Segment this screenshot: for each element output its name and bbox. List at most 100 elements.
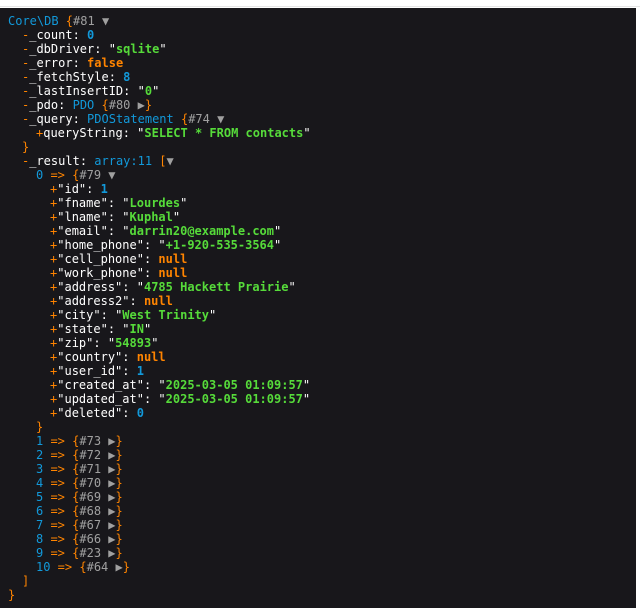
collapse-toggle-icon[interactable]: ▶ (101, 476, 115, 490)
object-id: #79 (79, 168, 102, 182)
quote: " (151, 336, 159, 350)
object-id: #74 (188, 112, 210, 126)
collapse-toggle-icon[interactable]: ▶ (101, 490, 115, 504)
null-value: null (136, 350, 166, 364)
number-value: 1 (100, 182, 108, 196)
collapse-toggle-icon[interactable]: ▶ (101, 532, 115, 546)
field-key: address (64, 280, 116, 294)
number-value: 8 (123, 70, 131, 84)
close-brace: } (115, 434, 123, 448)
property-line: -_error: false (8, 56, 636, 70)
field-line: +"email": "darrin20@example.com" (8, 224, 636, 238)
colon: : (107, 224, 123, 238)
object-class-name: PDO (72, 98, 95, 112)
collapse-toggle-icon[interactable]: ▶ (101, 448, 115, 462)
string-value: IN (129, 322, 144, 336)
colon: : (86, 182, 101, 196)
quote: " (100, 196, 108, 210)
quote: " (158, 378, 166, 392)
query-property-line: -_query: PDOStatement {#74 ▼ (8, 112, 636, 126)
collapse-toggle-icon[interactable]: ▶ (130, 98, 145, 112)
property-key: _error (29, 56, 73, 70)
array-element-line: 1 => {#73 ▶} (8, 434, 636, 448)
array-element-line: 2 => {#72 ▶} (8, 448, 636, 462)
quote: " (152, 84, 160, 98)
query-string-line: +queryString: "SELECT * FROM contacts" (8, 126, 636, 140)
close-brace-line: } (8, 140, 636, 154)
field-key: deleted (64, 406, 116, 420)
colon: : (100, 308, 116, 322)
collapse-toggle-icon[interactable]: ▶ (101, 504, 115, 518)
array-element-line: 6 => {#68 ▶} (8, 504, 636, 518)
field-line: +"deleted": 0 (8, 406, 636, 420)
quote: " (137, 84, 145, 98)
array-element-line: 10 => {#64 ▶} (8, 560, 636, 574)
quote: " (136, 392, 144, 406)
collapse-toggle-icon[interactable]: ▶ (101, 546, 115, 560)
colon: : (79, 154, 95, 168)
quote: " (122, 224, 130, 238)
object-id: #64 (86, 560, 109, 574)
property-key: _fetchStyle (29, 70, 109, 84)
colon: : (129, 294, 144, 308)
expand-toggle-icon[interactable]: ▼ (210, 112, 224, 126)
number-value: 1 (136, 364, 144, 378)
expand-toggle-icon[interactable]: ▼ (101, 168, 115, 182)
quote: " (122, 196, 130, 210)
array-element-line: 0 => {#79 ▼ (8, 168, 636, 182)
object-id: #81 (73, 14, 95, 28)
colon: : (143, 392, 159, 406)
object-id: #71 (79, 462, 102, 476)
expand-toggle-icon[interactable]: ▼ (95, 14, 109, 28)
collapse-toggle-icon[interactable]: ▶ (108, 560, 123, 574)
open-brace: { (173, 112, 189, 126)
field-key: created_at (64, 378, 137, 392)
close-brace: } (115, 490, 123, 504)
object-id: #73 (79, 434, 102, 448)
field-key: state (64, 322, 101, 336)
null-value: null (143, 294, 173, 308)
collapse-toggle-icon[interactable]: ▶ (101, 434, 115, 448)
arrow: => (50, 560, 80, 574)
arrow: => (43, 490, 73, 504)
quote: " (136, 238, 144, 252)
array-element-line: 7 => {#67 ▶} (8, 518, 636, 532)
property-key: _count (29, 28, 73, 42)
colon: : (122, 406, 137, 420)
field-line: +"cell_phone": null (8, 252, 636, 266)
field-line: +"updated_at": "2025-03-05 01:09:57" (8, 392, 636, 406)
field-key: zip (64, 336, 87, 350)
close-bracket-line: ] (8, 574, 636, 588)
expand-toggle-icon[interactable]: ▼ (167, 154, 174, 168)
property-line: -_pdo: PDO {#80 ▶} (8, 98, 636, 112)
property-key: _lastInsertID (29, 84, 124, 98)
quote: " (303, 126, 311, 140)
field-key: email (64, 224, 101, 238)
close-brace: } (115, 462, 123, 476)
colon: : (143, 252, 159, 266)
field-line: +"country": null (8, 350, 636, 364)
colon: : (107, 196, 123, 210)
field-line: +"created_at": "2025-03-05 01:09:57" (8, 378, 636, 392)
result-property-line: -_result: array:11 [▼ (8, 154, 636, 168)
string-value: 0 (144, 84, 153, 98)
number-value: 0 (87, 28, 95, 42)
arrow: => (43, 434, 73, 448)
string-value: Kuphal (129, 210, 173, 224)
array-element-line: 4 => {#70 ▶} (8, 476, 636, 490)
property-key: _dbDriver (29, 42, 95, 56)
arrow: => (43, 462, 73, 476)
number-value: 0 (136, 406, 144, 420)
collapse-toggle-icon[interactable]: ▶ (101, 518, 115, 532)
close-brace: } (115, 532, 123, 546)
quote: " (100, 210, 108, 224)
field-key: cell_phone (64, 252, 137, 266)
field-line: +"state": "IN" (8, 322, 636, 336)
collapse-toggle-icon[interactable]: ▶ (101, 462, 115, 476)
object-id: #67 (79, 518, 102, 532)
property-key: _query (29, 112, 73, 126)
quote: " (100, 322, 108, 336)
field-key: id (64, 182, 79, 196)
colon: : (123, 84, 138, 98)
close-brace: } (8, 588, 16, 602)
